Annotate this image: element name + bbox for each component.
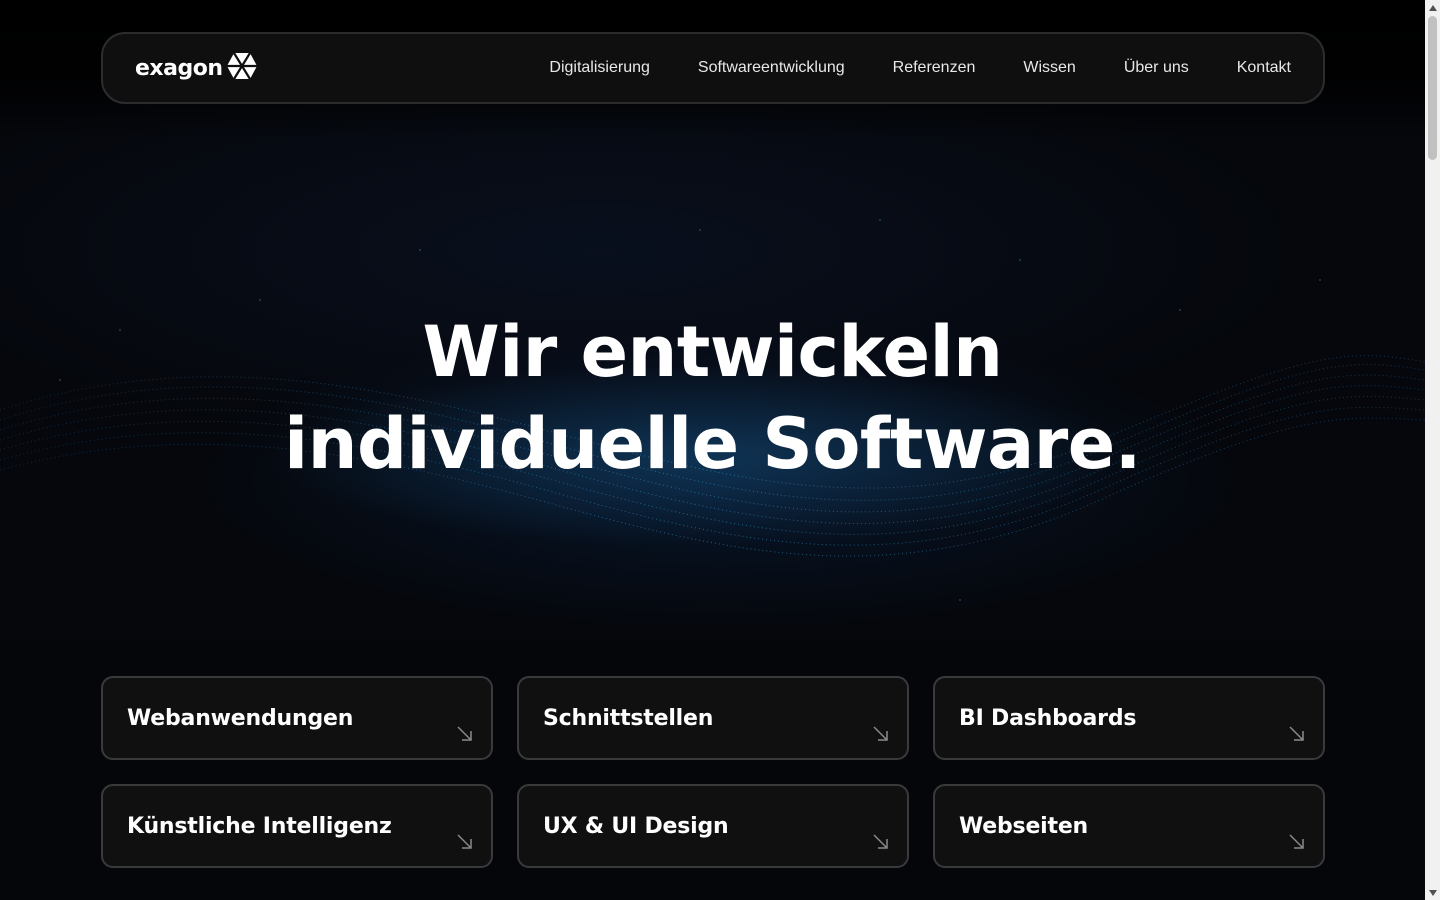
main-navbar: exagon Digitalisierung Softwareentwicklu… bbox=[101, 32, 1325, 104]
arrow-down-right-icon bbox=[1289, 834, 1304, 849]
arrow-down-right-icon bbox=[457, 834, 472, 849]
scrollbar-thumb[interactable] bbox=[1428, 16, 1437, 160]
service-card-webseiten[interactable]: Webseiten bbox=[933, 784, 1325, 868]
nav-link-ueber-uns[interactable]: Über uns bbox=[1124, 59, 1189, 77]
brand-name: exagon bbox=[135, 55, 223, 81]
service-card-schnittstellen[interactable]: Schnittstellen bbox=[517, 676, 909, 760]
service-card-label: UX & UI Design bbox=[543, 813, 729, 839]
nav-link-digitalisierung[interactable]: Digitalisierung bbox=[549, 59, 650, 77]
service-card-webanwendungen[interactable]: Webanwendungen bbox=[101, 676, 493, 760]
nav-link-wissen[interactable]: Wissen bbox=[1023, 59, 1075, 77]
service-card-label: Schnittstellen bbox=[543, 705, 714, 731]
service-card-label: Webseiten bbox=[959, 813, 1089, 839]
service-card-label: Künstliche Intelligenz bbox=[127, 813, 392, 839]
nav-link-referenzen[interactable]: Referenzen bbox=[893, 59, 976, 77]
hexagon-icon bbox=[226, 51, 258, 85]
hero-headline-line1: Wir entwickeln bbox=[422, 311, 1003, 393]
hero-headline-line2: individuelle Software. bbox=[284, 403, 1141, 485]
page: exagon Digitalisierung Softwareentwicklu… bbox=[0, 0, 1425, 900]
service-card-kuenstliche-intelligenz[interactable]: Künstliche Intelligenz bbox=[101, 784, 493, 868]
arrow-down-right-icon bbox=[873, 834, 888, 849]
service-card-bi-dashboards[interactable]: BI Dashboards bbox=[933, 676, 1325, 760]
arrow-down-right-icon bbox=[1289, 726, 1304, 741]
service-cards: Webanwendungen Schnittstellen BI Dashboa… bbox=[101, 676, 1325, 868]
service-card-label: BI Dashboards bbox=[959, 705, 1137, 731]
brand-logo[interactable]: exagon bbox=[135, 51, 258, 85]
service-card-label: Webanwendungen bbox=[127, 705, 354, 731]
nav-link-softwareentwicklung[interactable]: Softwareentwicklung bbox=[698, 59, 845, 77]
nav-links: Digitalisierung Softwareentwicklung Refe… bbox=[549, 59, 1291, 77]
arrow-down-right-icon bbox=[457, 726, 472, 741]
vertical-scrollbar[interactable] bbox=[1425, 0, 1440, 900]
nav-link-kontakt[interactable]: Kontakt bbox=[1237, 59, 1291, 77]
hero-headline: Wir entwickeln individuelle Software. bbox=[0, 306, 1425, 490]
service-card-ux-ui-design[interactable]: UX & UI Design bbox=[517, 784, 909, 868]
scroll-up-arrow-icon[interactable] bbox=[1425, 0, 1440, 15]
arrow-down-right-icon bbox=[873, 726, 888, 741]
scroll-down-arrow-icon[interactable] bbox=[1425, 885, 1440, 900]
